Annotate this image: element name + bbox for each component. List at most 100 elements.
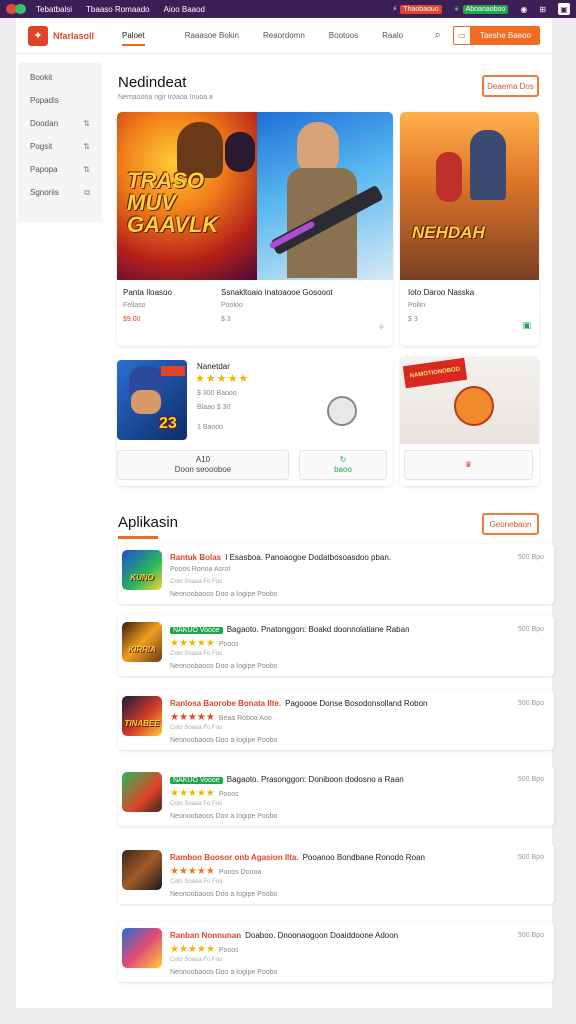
game-meta: Fellaso <box>123 302 146 309</box>
game-name: Nanetdar <box>197 362 230 371</box>
sparkle-icon[interactable]: ✧ <box>377 322 385 333</box>
top-link[interactable]: Tebatbalsi <box>36 5 72 14</box>
app-sub2: Coto Soaoa Fo Foo <box>170 801 223 807</box>
header: ✦ Nfarlasoll Paloet Raaasoe Bokin Reaord… <box>16 18 552 54</box>
game-meta: Pollin <box>408 302 426 309</box>
app-title: NAKUO Voooe Bagaoto. Pnatonggon: Boakd do… <box>170 625 410 634</box>
sort-icon: ⇅ <box>83 165 90 174</box>
top-link[interactable]: Aioo Baaod <box>164 5 205 14</box>
header-cta-label: Taeshe Baeoo <box>470 26 540 45</box>
app-size: 500 Bpo <box>517 932 544 939</box>
app-title: NAKUO Voooe Bagaoto. Prasonggon: Doniboon… <box>170 775 404 784</box>
copy-icon: ⧉ <box>84 187 90 197</box>
character-shape <box>225 132 255 172</box>
rating-stars: ★★★★★ <box>170 788 215 799</box>
rating-stars: ★★★★★ <box>170 866 215 877</box>
app-sub: Pooos Ronoa Asrot <box>170 566 231 573</box>
sidebar-item-label: Sgnoriis <box>30 188 59 197</box>
app-title: Ranlosa Baorobe Bonata Ilte. Pagoooe Dons… <box>170 699 428 708</box>
app-footer: Neonoobaoos Doo a Iogipe Poobo <box>170 813 278 820</box>
sidebar-item[interactable]: Papopa ⇅ <box>18 158 102 181</box>
promo-image: NAMOTIONOBOD <box>400 356 539 444</box>
sidebar-item[interactable]: Pogsit ⇅ <box>18 135 102 158</box>
promo-button[interactable]: ♛ <box>404 450 533 480</box>
app-icon <box>122 772 162 812</box>
top-pill[interactable]: ❦ Aboanaoboo <box>453 4 509 14</box>
app-row[interactable]: Rambon Boosor onb Agasion Ilta. Pooanoo B… <box>118 844 554 904</box>
app-sub2: Coto Soaoa Fo Foo <box>170 579 223 585</box>
sidebar-item[interactable]: Bookit <box>18 66 102 89</box>
sidebar-item-label: Bookit <box>30 73 53 82</box>
sidebar-item[interactable]: Doodan ⇅ <box>18 112 102 135</box>
game-card[interactable]: NEHDAH Ioto Daroo Nasska Pollin $ 3 ▣ <box>400 112 539 346</box>
brand-logo-icon: ✦ <box>28 25 48 46</box>
app-name: NAKUO Voooe <box>170 777 223 784</box>
featured-more-button[interactable]: Deaema Dos <box>482 75 539 97</box>
app-row[interactable]: KIRRIA NAKUO Voooe Bagaoto. Pnatonggon: B… <box>118 616 554 676</box>
app-icon: TINABEE <box>122 696 162 736</box>
app-footer: Neonoobaoos Doo a Iogipe Poobo <box>170 891 278 898</box>
detail-right-button[interactable]: ↻ baoo <box>299 450 387 480</box>
detail-left-button-top: A10 <box>195 455 211 465</box>
sidebar-item-label: Pogsit <box>30 142 53 151</box>
sidebar-item[interactable]: Popadis <box>18 89 102 112</box>
ticket-icon: ▭ <box>452 26 471 45</box>
app-size: 500 Bpo <box>517 554 544 561</box>
app-icon: KUNO <box>122 550 162 590</box>
app-footer: Neonoobaoos Doo a Iogipe Poobo <box>170 737 278 744</box>
app-sub: ★★★★★ Pooos <box>170 638 239 649</box>
nav-item[interactable]: Bootoos <box>329 27 358 44</box>
leaf-icon: ❦ <box>453 6 460 13</box>
detail-left-button[interactable]: A10 Doon seoooboe <box>117 450 289 480</box>
app-name: Ranban Nonnunan <box>170 931 242 940</box>
app-icon: KIRRIA <box>122 622 162 662</box>
game-price: $ 3 <box>408 316 418 323</box>
nav-item-active[interactable]: Paloet <box>122 27 145 46</box>
detail-left-button-bottom: Doon seoooboe <box>174 465 232 474</box>
game-meta: 1 Baooo <box>197 424 224 431</box>
nav-item[interactable]: Raaasoe Bokin <box>185 27 239 44</box>
app-sub: ★★★★★ Pooos <box>170 944 239 955</box>
rating-stars: ★★★★★ <box>170 944 215 955</box>
apps-more-button[interactable]: Geonebaon <box>482 513 539 535</box>
app-sub2: Coto Soaoa Fo Foo <box>170 651 223 657</box>
search-icon[interactable]: ⌕ <box>435 29 441 42</box>
app-row[interactable]: TINABEE Ranlosa Baorobe Bonata Ilte. Pago… <box>118 690 554 750</box>
header-cta-button[interactable]: ▭ Taeshe Baeoo <box>452 26 540 45</box>
promo-card[interactable]: NAMOTIONOBOD ♛ <box>400 356 539 486</box>
game-detail-card[interactable]: 23 Nanetdar ★★★★★ $ 300 Baooo Blaao $ 30… <box>117 356 393 486</box>
game-art-title: NEHDAH <box>412 223 485 242</box>
app-sub2: Coto Soaoa Fo Foo <box>170 879 223 885</box>
character-shape <box>297 122 339 172</box>
sidebar-item[interactable]: Sgnoriis ⧉ <box>18 181 102 204</box>
app-name: NAKUO Voooe <box>170 627 223 634</box>
apps-title: Aplikasin <box>118 514 179 531</box>
game-card[interactable]: TRASO MUV GAAVLK Panta Iloasoo Fellaso $9.… <box>117 112 393 346</box>
rating-stars: ★★★★★ <box>170 638 215 649</box>
grid-icon[interactable]: ⊞ <box>539 5 546 14</box>
app-name: Rantuk Bolas <box>170 553 222 562</box>
pill-label: Thaobaouo <box>400 4 442 14</box>
github-icon[interactable]: ◉ <box>520 5 527 14</box>
game-art-image: NEHDAH <box>400 112 539 280</box>
sort-icon: ⇅ <box>83 142 90 151</box>
top-link[interactable]: Tbaaso Romaado <box>86 5 150 14</box>
page-container: ✦ Nfarlasoll Paloet Raaasoe Bokin Reaord… <box>16 18 554 1008</box>
game-art-title: TRASO MUV GAAVLK <box>127 168 219 237</box>
top-pill[interactable]: ⚡ Thaobaouo <box>392 4 442 14</box>
top-links: Tebatbalsi Tbaaso Romaado Aioo Baaod <box>36 5 205 14</box>
app-row[interactable]: KUNO Rantuk Bolas I Esasboa. Panoaogoe Do… <box>118 544 554 604</box>
app-logo-icon[interactable] <box>6 3 28 15</box>
game-thumb-image: 23 <box>117 360 187 440</box>
app-row[interactable]: NAKUO Voooe Bagaoto. Prasonggon: Doniboon… <box>118 766 554 826</box>
check-icon[interactable]: ▣ <box>522 320 531 331</box>
app-sub: ★★★★★ Pooos Doooa <box>170 866 262 877</box>
pill-label: Aboanaoboo <box>462 4 509 14</box>
app-size: 500 Bpo <box>517 776 544 783</box>
brand[interactable]: ✦ Nfarlasoll <box>28 25 94 46</box>
nav-item[interactable]: Raalo <box>382 27 403 44</box>
app-row[interactable]: Ranban Nonnunan Doaboo. Dnoonaogoon Doaid… <box>118 922 554 982</box>
app-sub2: Coto Soaoa Fo Foo <box>170 957 223 963</box>
nav-item[interactable]: Reaordomn <box>263 27 305 44</box>
window-icon[interactable]: ▣ <box>558 3 570 15</box>
